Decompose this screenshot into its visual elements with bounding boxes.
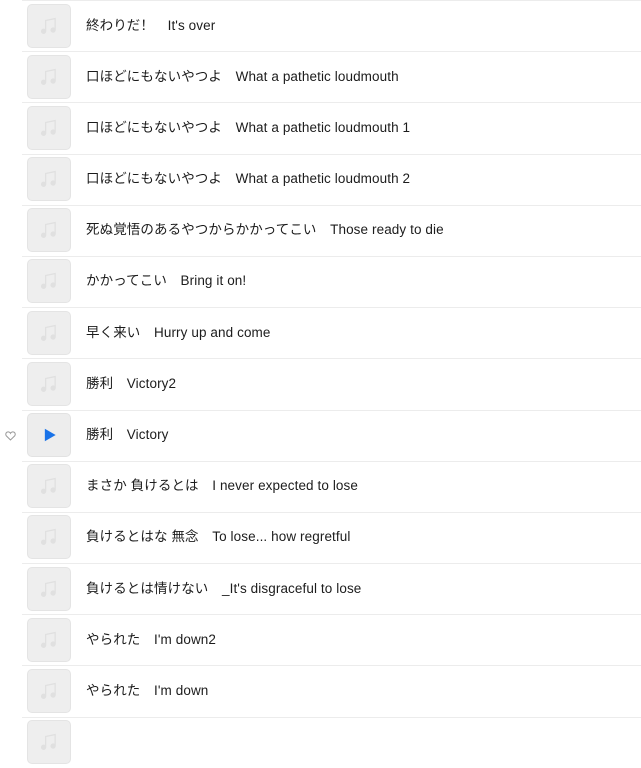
- favorite-cell[interactable]: [0, 665, 21, 716]
- music-note-icon: [38, 270, 60, 292]
- track-title: 口ほどにもないやつよ What a pathetic loudmouth: [86, 68, 399, 84]
- track-row[interactable]: やられた I'm down2: [0, 614, 641, 666]
- track-list: 終わりだ！ It's over 口ほどにもないやつよ What a patheti…: [0, 0, 641, 768]
- track-title: まさか 負けるとは I never expected to lose: [86, 478, 358, 494]
- track-title: 勝利 Victory: [86, 427, 169, 442]
- track-title-cell: 勝利 Victory: [86, 410, 633, 461]
- track-title-cell: やられた I'm down: [86, 665, 633, 716]
- track-row[interactable]: 負けるとは情けない _It's disgraceful to lose: [0, 563, 641, 615]
- track-title: 死ぬ覚悟のあるやつからかかってこい Those ready to die: [86, 222, 444, 238]
- track-row[interactable]: 終わりだ！ It's over: [0, 0, 641, 52]
- track-row[interactable]: 口ほどにもないやつよ What a pathetic loudmouth 2: [0, 153, 641, 205]
- track-thumbnail[interactable]: [27, 259, 71, 304]
- track-title-cell: やられた I'm down2: [86, 614, 633, 665]
- track-thumbnail[interactable]: [27, 617, 71, 662]
- heart-outline-icon[interactable]: [4, 429, 17, 442]
- track-title-cell: 勝利 Victory2: [86, 358, 633, 409]
- track-title-cell: 口ほどにもないやつよ What a pathetic loudmouth 2: [86, 154, 633, 205]
- track-title: 早く来い Hurry up and come: [86, 324, 271, 340]
- track-row[interactable]: かかってこい Bring it on!: [0, 255, 641, 308]
- favorite-cell[interactable]: [0, 256, 21, 307]
- track-thumbnail[interactable]: [27, 105, 71, 150]
- track-row[interactable]: 勝利 Victory: [0, 409, 641, 461]
- track-title-cell: 早く来い Hurry up and come: [86, 307, 633, 358]
- track-title-cell: かかってこい Bring it on!: [86, 256, 633, 307]
- favorite-cell[interactable]: [0, 307, 21, 358]
- track-row[interactable]: 早く来い Hurry up and come: [0, 307, 641, 359]
- track-row[interactable]: 口ほどにもないやつよ What a pathetic loudmouth: [0, 51, 641, 103]
- track-row[interactable]: 死ぬ覚悟のあるやつからかかってこい Those ready to die: [0, 204, 641, 256]
- music-note-icon: [38, 117, 60, 139]
- music-note-icon: [38, 66, 60, 88]
- track-title: 口ほどにもないやつよ What a pathetic loudmouth 2: [86, 171, 411, 187]
- track-title: 終わりだ！ It's over: [86, 17, 216, 33]
- favorite-cell[interactable]: [0, 154, 21, 205]
- favorite-cell[interactable]: [0, 717, 21, 768]
- track-row[interactable]: やられた I'm down: [0, 665, 641, 717]
- track-title-cell: 負けるとはな 無念 To lose... how regretful: [86, 512, 633, 563]
- music-note-icon: [38, 15, 60, 37]
- track-title: やられた I'm down: [86, 682, 209, 698]
- music-note-icon: [38, 168, 60, 190]
- track-title-cell: 死ぬ覚悟のあるやつからかかってこい Those ready to die: [86, 205, 633, 256]
- track-title: やられた I'm down2: [86, 631, 217, 647]
- favorite-cell[interactable]: [0, 614, 21, 665]
- favorite-cell[interactable]: [0, 51, 21, 102]
- music-note-icon: [38, 578, 60, 600]
- favorite-cell[interactable]: [0, 358, 21, 409]
- music-note-icon: [38, 475, 60, 497]
- track-play-button[interactable]: [27, 413, 71, 457]
- track-thumbnail[interactable]: [27, 464, 71, 509]
- track-title-cell: まさか 負けるとは I never expected to lose: [86, 461, 633, 512]
- track-row[interactable]: まさか 負けるとは I never expected to lose: [0, 460, 641, 512]
- track-title: 口ほどにもないやつよ What a pathetic loudmouth 1: [86, 119, 411, 135]
- track-row-container: 終わりだ！ It's over 口ほどにもないやつよ What a patheti…: [0, 0, 641, 768]
- music-note-icon: [38, 526, 60, 548]
- music-note-icon: [38, 322, 60, 344]
- favorite-cell[interactable]: [0, 563, 21, 614]
- music-note-icon: [38, 731, 60, 753]
- track-title: 負けるとは情けない _It's disgraceful to lose: [86, 580, 362, 596]
- track-row[interactable]: 勝利 Victory2: [0, 358, 641, 410]
- track-title-cell: 終わりだ！ It's over: [86, 0, 633, 51]
- track-thumbnail[interactable]: [27, 668, 71, 713]
- track-title: かかってこい Bring it on!: [86, 273, 247, 289]
- favorite-cell[interactable]: [0, 102, 21, 153]
- track-thumbnail[interactable]: [27, 566, 71, 611]
- track-row[interactable]: [0, 716, 641, 768]
- track-thumbnail[interactable]: [27, 361, 71, 406]
- music-note-icon: [38, 629, 60, 651]
- favorite-cell[interactable]: [0, 205, 21, 256]
- favorite-cell[interactable]: [0, 461, 21, 512]
- track-thumbnail[interactable]: [27, 3, 71, 48]
- track-thumbnail[interactable]: [27, 157, 71, 202]
- track-row[interactable]: 口ほどにもないやつよ What a pathetic loudmouth 1: [0, 102, 641, 154]
- track-thumbnail[interactable]: [27, 54, 71, 99]
- favorite-cell[interactable]: [0, 512, 21, 563]
- music-note-icon: [38, 219, 60, 241]
- track-title: 勝利 Victory2: [86, 375, 177, 391]
- track-title-cell: 負けるとは情けない _It's disgraceful to lose: [86, 563, 633, 614]
- track-title: 負けるとはな 無念 To lose... how regretful: [86, 529, 351, 545]
- track-title-cell: [86, 717, 633, 768]
- track-title-cell: 口ほどにもないやつよ What a pathetic loudmouth 1: [86, 102, 633, 153]
- music-note-icon: [38, 680, 60, 702]
- favorite-cell[interactable]: [0, 410, 21, 461]
- track-thumbnail[interactable]: [27, 310, 71, 355]
- track-thumbnail[interactable]: [27, 515, 71, 560]
- track-title-cell: 口ほどにもないやつよ What a pathetic loudmouth: [86, 51, 633, 102]
- favorite-cell[interactable]: [0, 0, 21, 51]
- track-thumbnail[interactable]: [27, 720, 71, 765]
- track-thumbnail[interactable]: [27, 208, 71, 253]
- music-note-icon: [38, 373, 60, 395]
- play-icon[interactable]: [39, 425, 59, 445]
- track-row[interactable]: 負けるとはな 無念 To lose... how regretful: [0, 511, 641, 564]
